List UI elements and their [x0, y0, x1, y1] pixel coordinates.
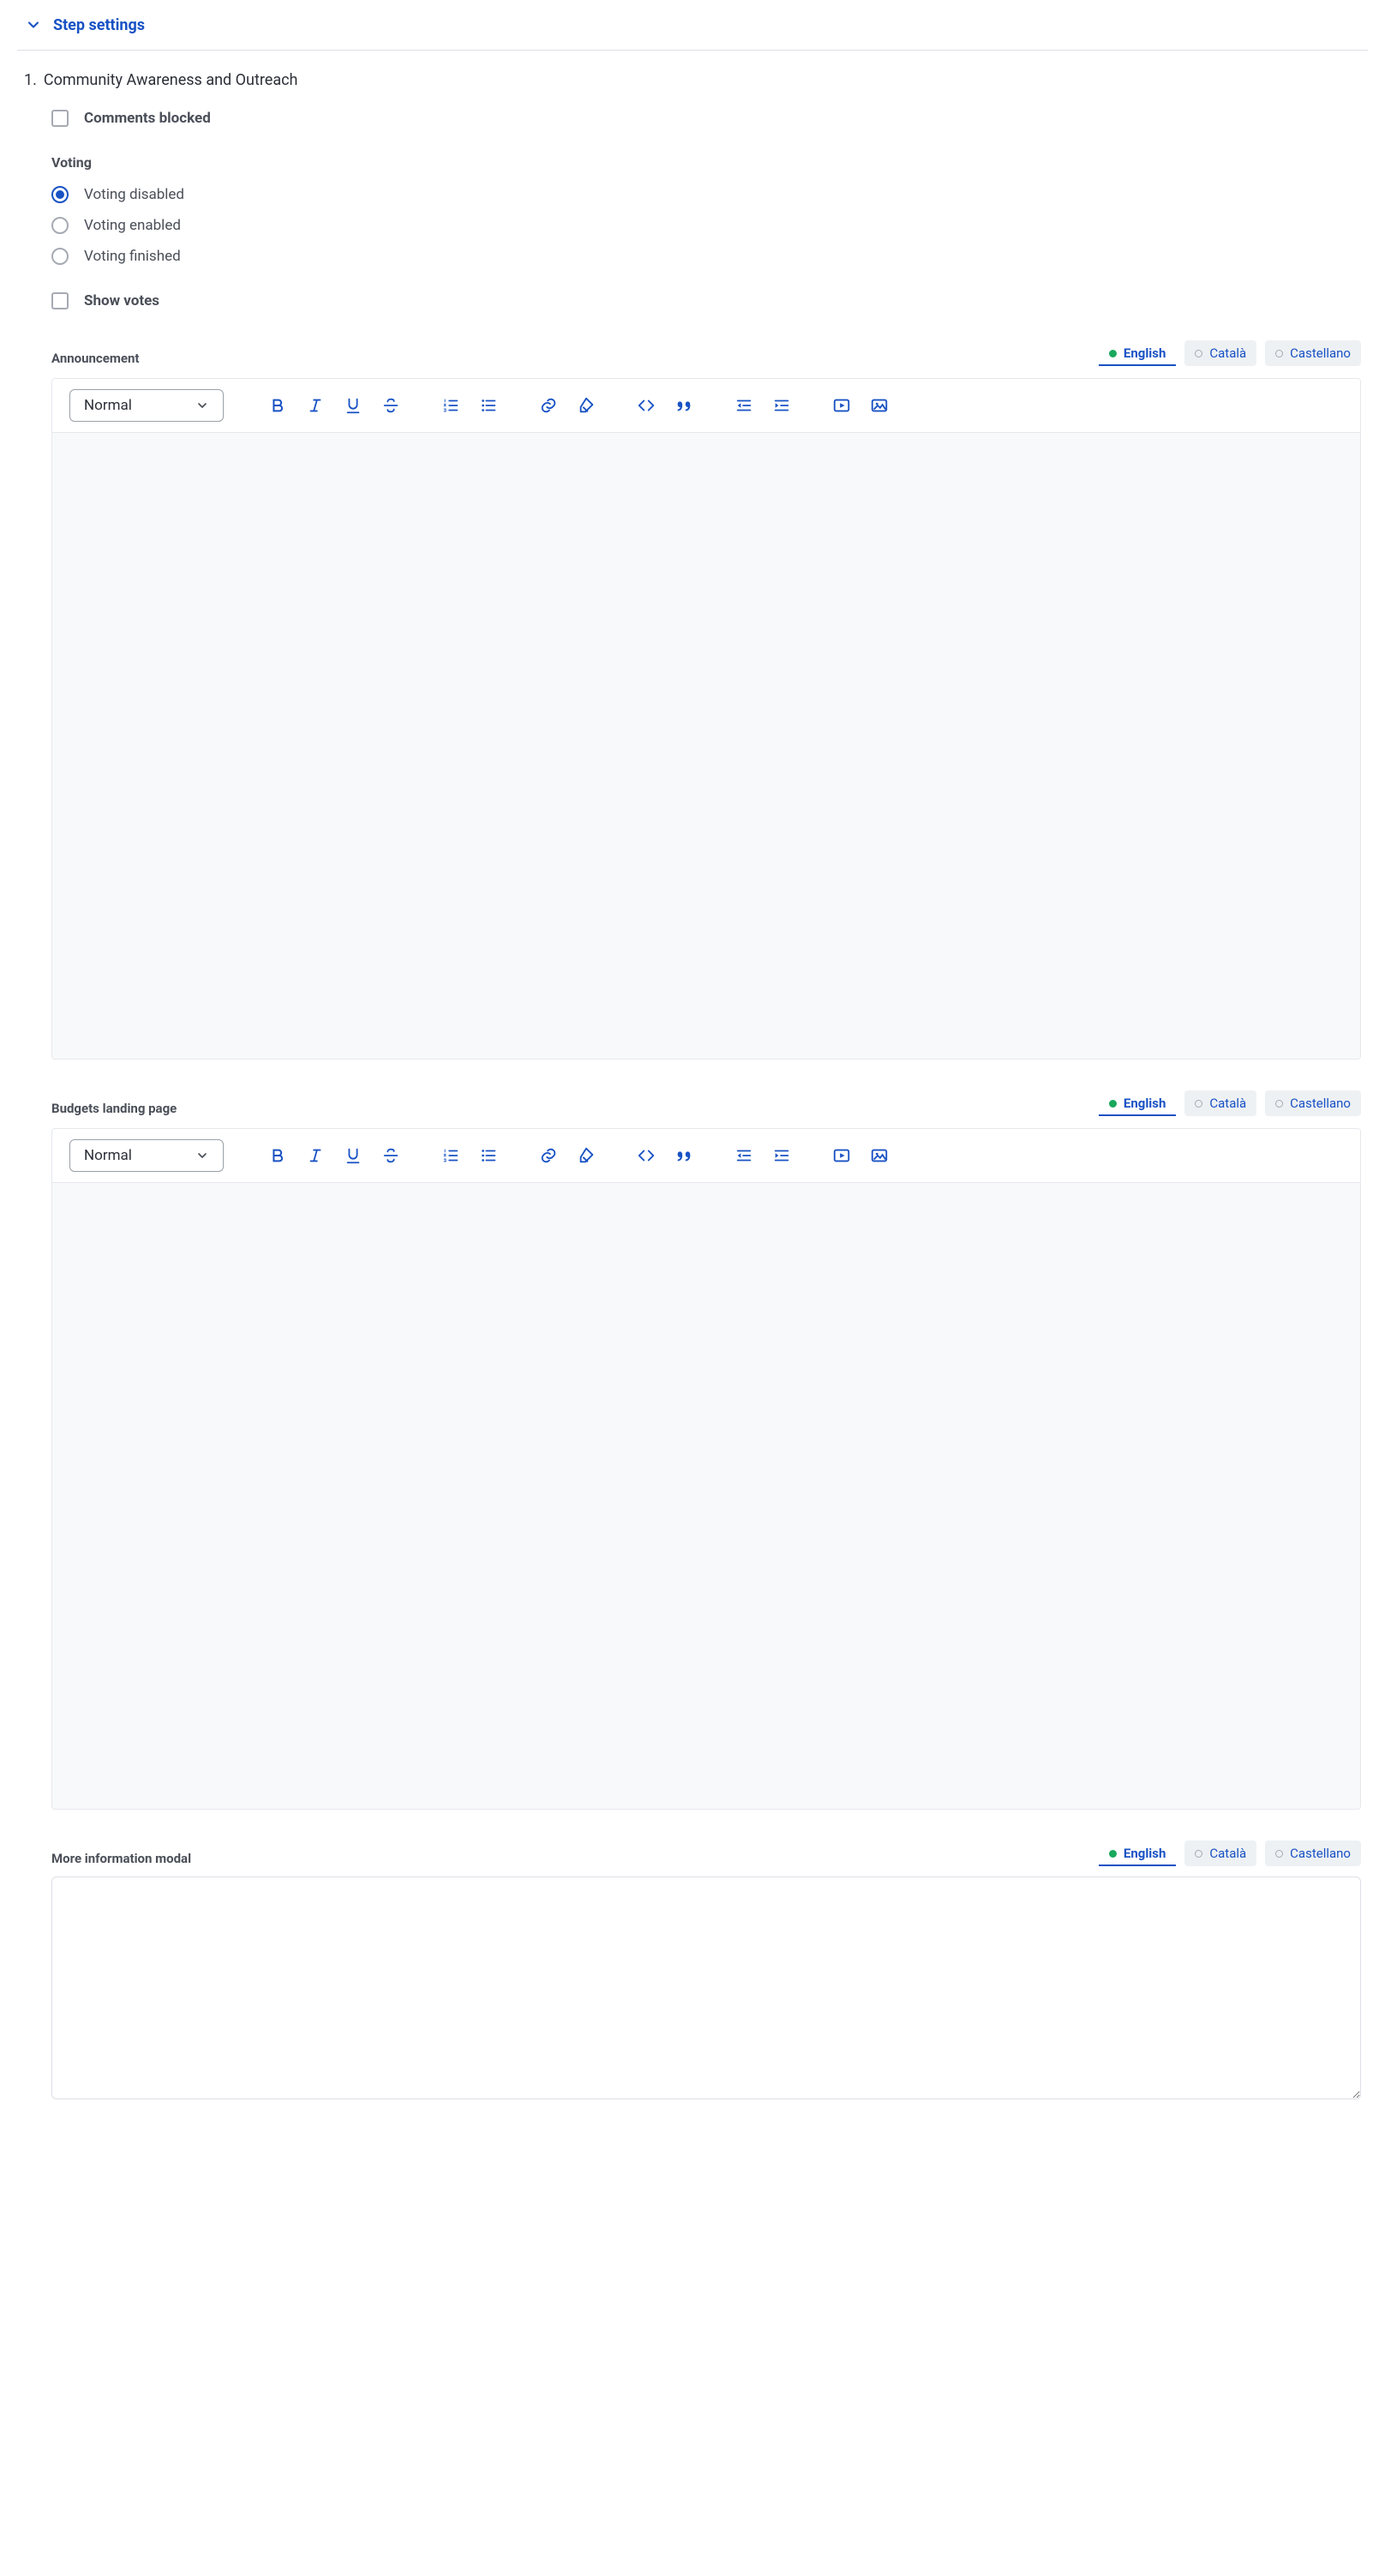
lang-tab-catala[interactable]: Català — [1184, 1090, 1256, 1116]
announcement-lang-tabs: English Català Castellano — [1099, 340, 1361, 366]
video-icon[interactable] — [830, 394, 853, 417]
unordered-list-icon[interactable] — [477, 1144, 500, 1167]
status-dot-filled-icon — [1109, 1850, 1117, 1858]
lang-tab-castellano[interactable]: Castellano — [1265, 340, 1361, 366]
image-icon[interactable] — [868, 1144, 890, 1167]
lang-tab-english[interactable]: English — [1099, 1090, 1176, 1116]
outdent-icon[interactable] — [733, 1144, 755, 1167]
announcement-label: Announcement — [51, 351, 139, 366]
more-info-label: More information modal — [51, 1851, 191, 1866]
italic-icon[interactable] — [304, 394, 327, 417]
budgets-landing-textarea[interactable] — [52, 1183, 1360, 1809]
link-icon[interactable] — [537, 1144, 560, 1167]
budgets-landing-editor: Normal — [51, 1128, 1361, 1810]
image-icon[interactable] — [868, 394, 890, 417]
step-ordinal: 1. — [24, 71, 37, 89]
lang-tab-english[interactable]: English — [1099, 340, 1176, 366]
bold-icon[interactable] — [267, 1144, 289, 1167]
rte-toolbar: Normal — [52, 1129, 1360, 1183]
status-dot-filled-icon — [1109, 350, 1117, 357]
strike-icon[interactable] — [380, 1144, 402, 1167]
voting-section-label: Voting — [51, 154, 1361, 171]
outdent-icon[interactable] — [733, 394, 755, 417]
status-dot-empty-icon — [1275, 1100, 1283, 1108]
rte-toolbar: Normal — [52, 379, 1360, 433]
voting-disabled-radio[interactable] — [51, 186, 69, 203]
underline-icon[interactable] — [342, 394, 364, 417]
code-icon[interactable] — [635, 394, 657, 417]
code-icon[interactable] — [635, 1144, 657, 1167]
lang-tab-english[interactable]: English — [1099, 1840, 1176, 1866]
show-votes-label[interactable]: Show votes — [84, 292, 159, 309]
status-dot-filled-icon — [1109, 1100, 1117, 1108]
lang-tab-catala[interactable]: Català — [1184, 1840, 1256, 1866]
clean-format-icon[interactable] — [575, 394, 597, 417]
budgets-lang-tabs: English Català Castellano — [1099, 1090, 1361, 1116]
bold-icon[interactable] — [267, 394, 289, 417]
voting-finished-radio[interactable] — [51, 248, 69, 265]
indent-icon[interactable] — [770, 394, 793, 417]
ordered-list-icon[interactable] — [440, 394, 462, 417]
chevron-down-icon — [195, 1149, 209, 1162]
voting-finished-label[interactable]: Voting finished — [84, 248, 181, 265]
link-icon[interactable] — [537, 394, 560, 417]
voting-enabled-radio[interactable] — [51, 217, 69, 234]
ordered-list-icon[interactable] — [440, 1144, 462, 1167]
status-dot-empty-icon — [1195, 1100, 1202, 1108]
step-heading: 1. Community Awareness and Outreach — [24, 71, 1361, 89]
blockquote-icon[interactable] — [673, 1144, 695, 1167]
step-settings-title: Step settings — [53, 16, 145, 34]
announcement-editor: Normal — [51, 378, 1361, 1060]
step-name: Community Awareness and Outreach — [44, 71, 298, 89]
announcement-textarea[interactable] — [52, 433, 1360, 1059]
chevron-down-icon — [195, 399, 209, 412]
underline-icon[interactable] — [342, 1144, 364, 1167]
lang-tab-castellano[interactable]: Castellano — [1265, 1090, 1361, 1116]
rte-format-select[interactable]: Normal — [69, 389, 224, 422]
status-dot-empty-icon — [1275, 350, 1283, 357]
voting-disabled-label[interactable]: Voting disabled — [84, 186, 184, 203]
show-votes-checkbox[interactable] — [51, 292, 69, 309]
budgets-landing-label: Budgets landing page — [51, 1101, 177, 1116]
rte-format-select[interactable]: Normal — [69, 1139, 224, 1172]
more-info-lang-tabs: English Català Castellano — [1099, 1840, 1361, 1866]
indent-icon[interactable] — [770, 1144, 793, 1167]
comments-blocked-checkbox[interactable] — [51, 110, 69, 127]
status-dot-empty-icon — [1195, 1850, 1202, 1858]
step-settings-accordion-toggle[interactable]: Step settings — [17, 0, 1368, 51]
video-icon[interactable] — [830, 1144, 853, 1167]
chevron-down-icon — [24, 15, 43, 34]
lang-tab-castellano[interactable]: Castellano — [1265, 1840, 1361, 1866]
blockquote-icon[interactable] — [673, 394, 695, 417]
status-dot-empty-icon — [1195, 350, 1202, 357]
voting-enabled-label[interactable]: Voting enabled — [84, 217, 181, 234]
lang-tab-catala[interactable]: Català — [1184, 340, 1256, 366]
italic-icon[interactable] — [304, 1144, 327, 1167]
more-info-textarea[interactable] — [51, 1876, 1361, 2099]
clean-format-icon[interactable] — [575, 1144, 597, 1167]
comments-blocked-label[interactable]: Comments blocked — [84, 110, 211, 127]
strike-icon[interactable] — [380, 394, 402, 417]
status-dot-empty-icon — [1275, 1850, 1283, 1858]
unordered-list-icon[interactable] — [477, 394, 500, 417]
